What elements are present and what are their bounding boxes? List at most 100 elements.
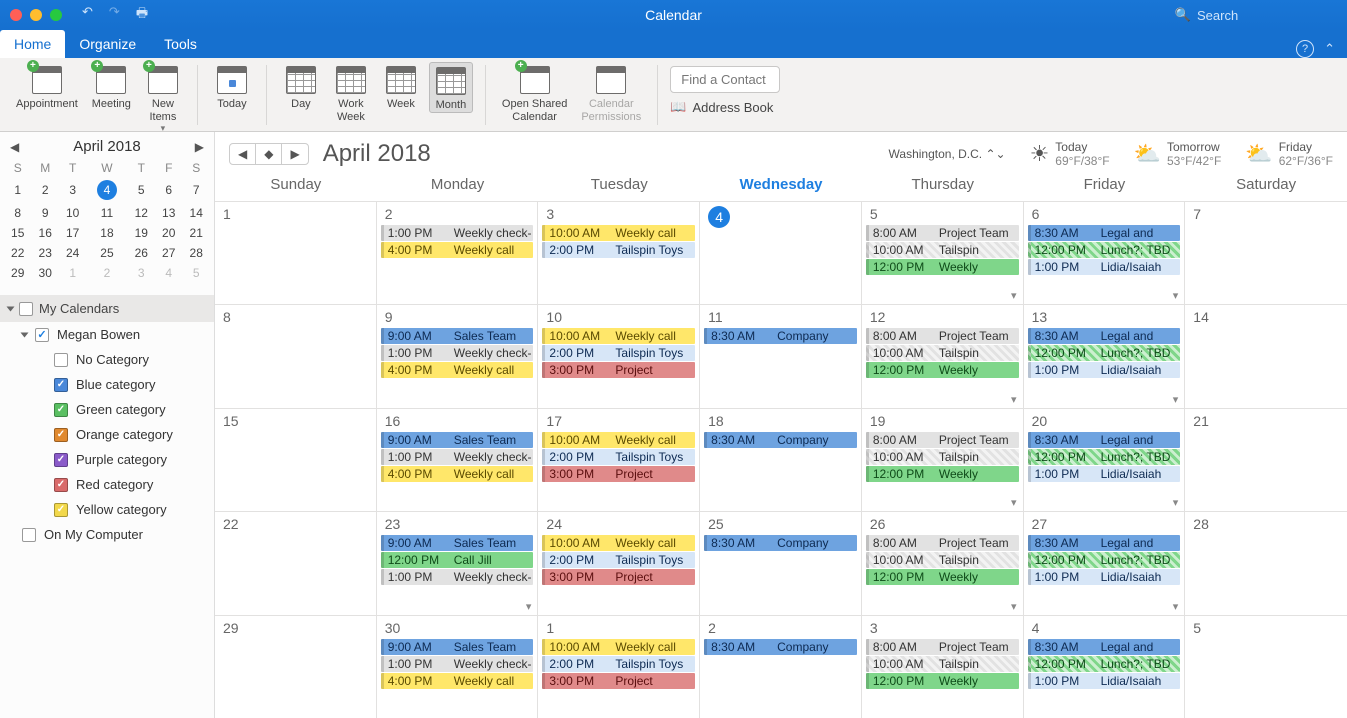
calendar-event[interactable]: 1:00 PMLidia/Isaiah <box>1028 362 1181 378</box>
ribbon-new-0[interactable]: +Appointment <box>12 62 82 111</box>
mini-day[interactable]: 2 <box>86 263 127 283</box>
mini-day[interactable]: 23 <box>31 243 58 263</box>
calendar-event[interactable]: 8:00 AMProject Team <box>866 535 1019 551</box>
calendar-event[interactable]: 8:30 AMLegal and <box>1028 225 1181 241</box>
category-item[interactable]: Blue category <box>0 372 214 397</box>
calendar-event[interactable]: 8:30 AMCompany <box>704 639 857 655</box>
category-item[interactable]: No Category <box>0 347 214 372</box>
calendar-event[interactable]: 12:00 PMLunch?; TBD <box>1028 449 1181 465</box>
mini-day[interactable]: 4 <box>86 177 127 203</box>
mini-day[interactable]: 22 <box>4 243 31 263</box>
calendar-event[interactable]: 1:00 PMLidia/Isaiah <box>1028 673 1181 689</box>
calendar-cell[interactable]: 7 <box>1185 201 1347 304</box>
calendar-event[interactable]: 10:00 AMTailspin <box>866 345 1019 361</box>
mini-day[interactable]: 3 <box>128 263 155 283</box>
calendar-event[interactable]: 8:00 AMProject Team <box>866 328 1019 344</box>
calendar-cell[interactable]: 268:00 AMProject Team10:00 AMTailspin12:… <box>862 511 1024 614</box>
calendar-cell[interactable]: 21:00 PMWeekly check-4:00 PMWeekly call <box>377 201 539 304</box>
calendar-cell[interactable]: 258:30 AMCompany <box>700 511 862 614</box>
category-item[interactable]: Red category <box>0 472 214 497</box>
calendar-event[interactable]: 9:00 AMSales Team <box>381 639 534 655</box>
calendar-event[interactable]: 12:00 PMLunch?; TBD <box>1028 656 1181 672</box>
calendar-cell[interactable]: 310:00 AMWeekly call2:00 PMTailspin Toys <box>538 201 700 304</box>
calendar-cell[interactable]: 239:00 AMSales Team12:00 PMCall Jill1:00… <box>377 511 539 614</box>
account-checkbox[interactable] <box>35 328 49 342</box>
mini-day[interactable]: 19 <box>128 223 155 243</box>
calendar-event[interactable]: 4:00 PMWeekly call <box>381 362 534 378</box>
calendar-account-item[interactable]: Megan Bowen <box>0 322 214 347</box>
mini-day[interactable]: 27 <box>155 243 182 263</box>
calendar-event[interactable]: 1:00 PMWeekly check- <box>381 569 534 585</box>
ribbon-view-work-week[interactable]: Work Week <box>329 62 373 123</box>
calendar-event[interactable]: 1:00 PMWeekly check- <box>381 449 534 465</box>
category-swatch[interactable] <box>54 503 68 517</box>
calendar-cell[interactable]: 1010:00 AMWeekly call2:00 PMTailspin Toy… <box>538 304 700 407</box>
calendar-cell[interactable]: 14 <box>1185 304 1347 407</box>
nav-prev-icon[interactable]: ◀ <box>230 144 256 164</box>
category-swatch[interactable] <box>54 378 68 392</box>
my-calendars-checkbox[interactable] <box>19 302 33 316</box>
calendar-cell[interactable]: 169:00 AMSales Team1:00 PMWeekly check-4… <box>377 408 539 511</box>
mini-day[interactable]: 3 <box>59 177 86 203</box>
calendar-event[interactable]: 8:00 AMProject Team <box>866 225 1019 241</box>
calendar-cell[interactable]: 188:30 AMCompany <box>700 408 862 511</box>
search-input[interactable] <box>1197 8 1337 23</box>
minimize-window-button[interactable] <box>30 9 42 21</box>
calendar-event[interactable]: 8:00 AMProject Team <box>866 432 1019 448</box>
calendar-event[interactable]: 1:00 PMWeekly check- <box>381 345 534 361</box>
calendar-event[interactable]: 10:00 AMWeekly call <box>542 225 695 241</box>
more-events-icon[interactable]: ▾ <box>1011 393 1017 406</box>
mini-day[interactable]: 25 <box>86 243 127 263</box>
on-my-computer-checkbox[interactable] <box>22 528 36 542</box>
calendar-event[interactable]: 12:00 PMCall Jill <box>381 552 534 568</box>
mini-day[interactable]: 15 <box>4 223 31 243</box>
calendar-event[interactable]: 1:00 PMLidia/Isaiah <box>1028 466 1181 482</box>
calendar-event[interactable]: 12:00 PMWeekly <box>866 673 1019 689</box>
ribbon-view-month[interactable]: Month <box>429 62 473 113</box>
mini-day[interactable]: 4 <box>155 263 182 283</box>
calendar-event[interactable]: 10:00 AMTailspin <box>866 552 1019 568</box>
undo-icon[interactable]: ↶ <box>82 4 93 26</box>
calendar-event[interactable]: 1:00 PMLidia/Isaiah <box>1028 569 1181 585</box>
mini-day[interactable]: 5 <box>128 177 155 203</box>
my-calendars-header[interactable]: My Calendars <box>0 295 214 322</box>
mini-day[interactable]: 1 <box>59 263 86 283</box>
more-events-icon[interactable]: ▾ <box>1173 600 1179 613</box>
calendar-event[interactable]: 8:30 AMCompany <box>704 535 857 551</box>
calendar-event[interactable]: 3:00 PMProject <box>542 362 695 378</box>
calendar-cell[interactable]: 68:30 AMLegal and12:00 PMLunch?; TBD1:00… <box>1024 201 1186 304</box>
calendar-cell[interactable]: 29 <box>215 615 377 718</box>
search-box[interactable]: 🔍 <box>1175 7 1337 23</box>
category-item[interactable]: Yellow category <box>0 497 214 522</box>
calendar-event[interactable]: 12:00 PMWeekly <box>866 466 1019 482</box>
calendar-event[interactable]: 12:00 PMWeekly <box>866 362 1019 378</box>
calendar-cell[interactable]: 48:30 AMLegal and12:00 PMLunch?; TBD1:00… <box>1024 615 1186 718</box>
category-swatch[interactable] <box>54 428 68 442</box>
mini-day[interactable]: 9 <box>31 203 58 223</box>
calendar-cell[interactable]: 198:00 AMProject Team10:00 AMTailspin12:… <box>862 408 1024 511</box>
ribbon-new-1[interactable]: +Meeting <box>88 62 135 111</box>
calendar-cell[interactable]: 28 <box>1185 511 1347 614</box>
calendar-cell[interactable]: 128:00 AMProject Team10:00 AMTailspin12:… <box>862 304 1024 407</box>
more-events-icon[interactable]: ▾ <box>1011 496 1017 509</box>
calendar-cell[interactable]: 21 <box>1185 408 1347 511</box>
calendar-cell[interactable]: 138:30 AMLegal and12:00 PMLunch?; TBD1:0… <box>1024 304 1186 407</box>
calendar-event[interactable]: 8:00 AMProject Team <box>866 639 1019 655</box>
calendar-event[interactable]: 10:00 AMWeekly call <box>542 639 695 655</box>
calendar-cell[interactable]: 99:00 AMSales Team1:00 PMWeekly check-4:… <box>377 304 539 407</box>
more-events-icon[interactable]: ▾ <box>1173 289 1179 302</box>
calendar-cell[interactable]: 278:30 AMLegal and12:00 PMLunch?; TBD1:0… <box>1024 511 1186 614</box>
calendar-event[interactable]: 1:00 PMWeekly check- <box>381 225 534 241</box>
calendar-cell[interactable]: 28:30 AMCompany <box>700 615 862 718</box>
calendar-cell[interactable]: 15 <box>215 408 377 511</box>
calendar-event[interactable]: 12:00 PMLunch?; TBD <box>1028 345 1181 361</box>
calendar-event[interactable]: 4:00 PMWeekly call <box>381 242 534 258</box>
mini-day[interactable]: 17 <box>59 223 86 243</box>
find-contact-input[interactable]: Find a Contact <box>670 66 780 93</box>
calendar-event[interactable]: 8:30 AMCompany <box>704 432 857 448</box>
calendar-event[interactable]: 9:00 AMSales Team <box>381 432 534 448</box>
mini-day[interactable]: 2 <box>31 177 58 203</box>
category-swatch[interactable] <box>54 453 68 467</box>
address-book-button[interactable]: 📖 Address Book <box>670 99 773 115</box>
ribbon-new-2[interactable]: +New Items▾ <box>141 62 185 134</box>
